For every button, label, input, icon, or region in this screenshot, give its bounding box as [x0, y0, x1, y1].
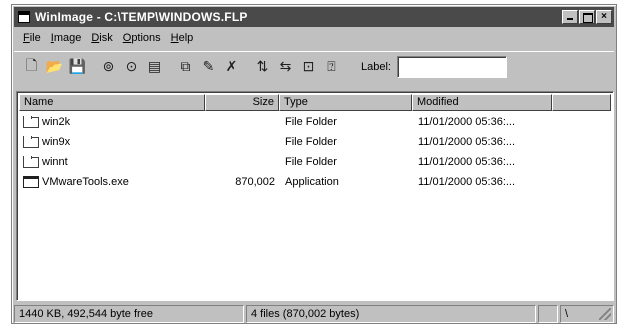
file-list[interactable]: Name Size Type Modified win2k File Folde…	[16, 91, 614, 301]
status-panel-extra: \	[560, 305, 614, 323]
sort-name-icon[interactable]: ⇅	[251, 56, 274, 78]
list-item[interactable]: VMwareTools.exe 870,002 Application 11/0…	[19, 172, 611, 192]
read-disk-icon[interactable]: ⊚	[97, 56, 120, 78]
file-name: win9x	[42, 136, 71, 148]
file-type: File Folder	[285, 116, 337, 128]
close-button[interactable]: ×	[596, 10, 612, 24]
folder-icon	[23, 116, 39, 128]
save-icon[interactable]: 💾	[66, 56, 89, 78]
menu-image[interactable]: Image	[46, 32, 87, 44]
file-modified: 11/01/2000 05:36:...	[418, 176, 516, 188]
menu-disk[interactable]: Disk	[86, 32, 117, 44]
title-bar[interactable]: WinImage - C:\TEMP\WINDOWS.FLP ×	[14, 7, 614, 27]
menu-help[interactable]: Help	[166, 32, 199, 44]
list-rows: win2k File Folder 11/01/2000 05:36:... w…	[19, 112, 611, 192]
caption-buttons: ×	[562, 10, 612, 24]
info-icon[interactable]: ⊡	[297, 56, 320, 78]
format-icon[interactable]: ▤	[143, 56, 166, 78]
label-input[interactable]	[396, 55, 507, 78]
file-type: File Folder	[285, 156, 337, 168]
resize-grip-icon[interactable]	[599, 308, 611, 320]
file-modified: 11/01/2000 05:36:...	[418, 156, 516, 168]
column-header-name[interactable]: Name	[19, 94, 205, 111]
write-disk-icon[interactable]: ⊙	[120, 56, 143, 78]
column-header-filler	[552, 94, 611, 111]
file-name: winnt	[42, 156, 68, 168]
column-header-type[interactable]: Type	[279, 94, 412, 111]
list-item[interactable]: win9x File Folder 11/01/2000 05:36:...	[19, 132, 611, 152]
sort-ext-icon[interactable]: ⇆	[274, 56, 297, 78]
new-icon[interactable]: 🗋	[20, 56, 43, 78]
extract-icon[interactable]: ⧉	[174, 56, 197, 78]
folder-icon	[23, 136, 39, 148]
file-modified: 11/01/2000 05:36:...	[418, 136, 516, 148]
file-name: VMwareTools.exe	[42, 176, 129, 188]
file-type: File Folder	[285, 136, 337, 148]
column-header-size[interactable]: Size	[205, 94, 279, 111]
file-modified: 11/01/2000 05:36:...	[418, 116, 516, 128]
help-icon[interactable]: ⍰	[320, 56, 343, 78]
inject-icon[interactable]: ✎	[197, 56, 220, 78]
maximize-button[interactable]	[579, 10, 595, 24]
application-icon	[23, 176, 39, 188]
menu-bar: File Image Disk Options Help	[14, 29, 614, 47]
file-name: win2k	[42, 116, 71, 128]
label-caption: Label:	[361, 60, 391, 73]
file-type: Application	[285, 176, 339, 188]
delete-icon[interactable]: ✗	[220, 56, 243, 78]
folder-icon	[23, 156, 39, 168]
list-item[interactable]: win2k File Folder 11/01/2000 05:36:...	[19, 112, 611, 132]
app-icon[interactable]	[18, 11, 30, 23]
file-size: 870,002	[235, 176, 275, 188]
status-extra-text: \	[565, 308, 569, 320]
status-files-info: 4 files (870,002 bytes)	[246, 305, 536, 323]
list-item[interactable]: winnt File Folder 11/01/2000 05:36:...	[19, 152, 611, 172]
menu-file[interactable]: File	[18, 32, 46, 44]
menu-options[interactable]: Options	[118, 32, 166, 44]
status-disk-info: 1440 KB, 492,544 byte free	[14, 305, 244, 323]
toolbar: 🗋 📂 💾 ⊚ ⊙ ▤ ⧉ ✎ ✗ ⇅ ⇆ ⊡ ⍰ Label:	[14, 51, 614, 81]
status-bar: 1440 KB, 492,544 byte free 4 files (870,…	[14, 305, 614, 323]
winimage-window: WinImage - C:\TEMP\WINDOWS.FLP × File Im…	[11, 4, 617, 324]
column-header-modified[interactable]: Modified	[412, 94, 552, 111]
list-header: Name Size Type Modified	[19, 94, 611, 111]
open-icon[interactable]: 📂	[43, 56, 66, 78]
status-panel-empty	[538, 305, 558, 323]
window-title: WinImage - C:\TEMP\WINDOWS.FLP	[35, 10, 248, 24]
minimize-button[interactable]	[562, 10, 578, 24]
